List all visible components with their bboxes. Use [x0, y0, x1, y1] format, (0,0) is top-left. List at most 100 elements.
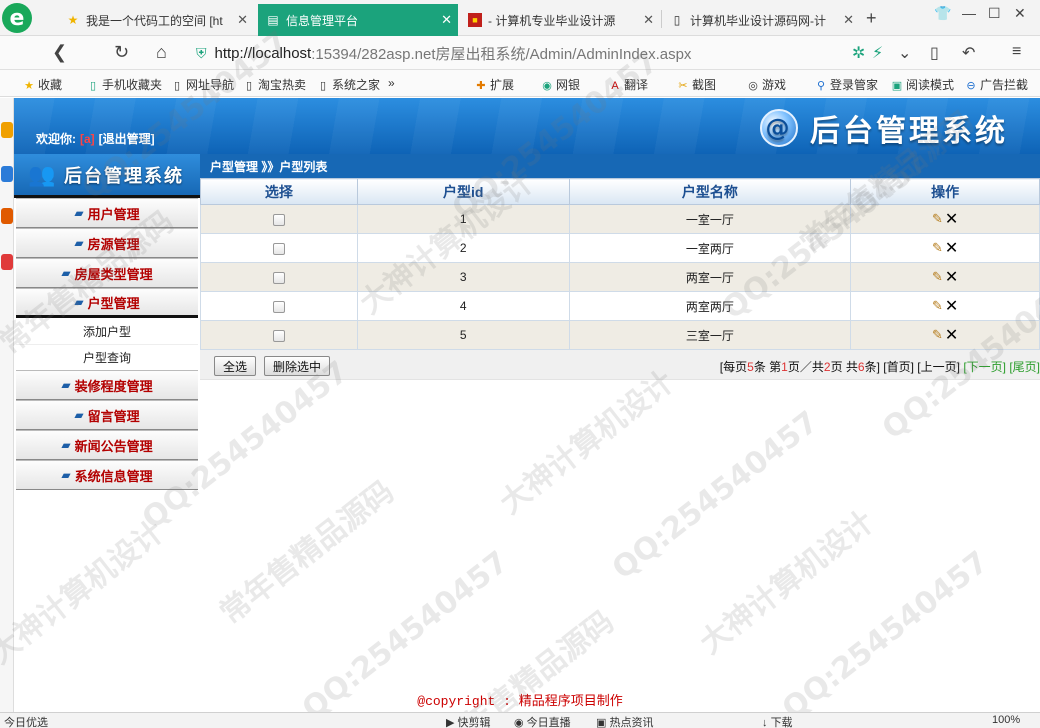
row-checkbox[interactable] [272, 213, 285, 226]
logout-link[interactable]: [退出管理] [99, 132, 155, 146]
reload-icon[interactable]: ↻ [114, 42, 129, 63]
url-field[interactable]: ⛨ http://localhost:15394/282asp.net房屋出租系… [196, 42, 744, 64]
tab-graduation-design[interactable]: ■ - 计算机专业毕业设计源 ✕ [460, 4, 660, 36]
window-close-icon[interactable]: ✕ [1014, 5, 1026, 22]
edit-icon[interactable]: ✎ [932, 211, 943, 227]
last-page-link[interactable]: [尾页] [1009, 360, 1040, 374]
delete-icon[interactable]: ✕ [945, 238, 958, 258]
home-icon[interactable]: ⌂ [156, 42, 167, 63]
sidebar-sub-query-layout[interactable]: 户型查询 [16, 344, 198, 370]
status-item[interactable]: ◉ 今日直播 [514, 714, 571, 728]
bookmark-item[interactable]: A 翻译 [608, 76, 648, 93]
monitor-icon: ▰ [74, 408, 84, 422]
copyright-text: @copyright : 精品程序项目制作 [417, 694, 623, 709]
tab-info-platform[interactable]: ▤ 信息管理平台 ✕ [258, 4, 458, 36]
row-checkbox[interactable] [272, 329, 285, 342]
delete-icon[interactable]: ✕ [945, 267, 958, 287]
close-icon[interactable]: ✕ [441, 12, 452, 28]
url-host: http://localhost [214, 44, 312, 62]
back-icon[interactable]: ❮ [52, 42, 67, 63]
page-icon: ▯ [173, 80, 181, 92]
close-icon[interactable]: ✕ [643, 12, 654, 28]
monitor-icon: ▰ [74, 236, 84, 250]
tab-source-code-site[interactable]: ▯ 计算机毕业设计源码网-计 ✕ [662, 4, 860, 36]
bookmark-item[interactable]: ⊖ 广告拦截 [964, 76, 1028, 93]
row-checkbox[interactable] [272, 242, 285, 255]
sidebar-item-house[interactable]: ▰ 房源管理 [16, 228, 198, 258]
browser-tab-bar: e ★ 我是一个代码工的空间 [ht ✕ ▤ 信息管理平台 ✕ ■ - 计算机专… [0, 0, 1040, 36]
status-item[interactable]: ↓ 下载 [762, 714, 793, 728]
undo-icon[interactable]: ↶ [962, 43, 975, 63]
row-checkbox[interactable] [272, 271, 285, 284]
bookmark-item[interactable]: ▯ 网址导航 [170, 76, 234, 93]
close-icon[interactable]: ✕ [237, 12, 248, 28]
layout-table: 选择 户型id 户型名称 操作 1 一室一厅 ✎ ✕ 2 一室两厅 ✎ ✕ 3 … [200, 178, 1040, 350]
sidebar-sub-add-layout[interactable]: 添加户型 [16, 318, 198, 344]
users-icon: 👥 [28, 161, 56, 187]
bookmark-item[interactable]: ▣ 阅读模式 [890, 76, 954, 93]
menu-icon[interactable]: ≡ [1012, 43, 1021, 61]
bookmark-item[interactable]: ✂ 截图 [676, 76, 716, 93]
bookmark-item[interactable]: ▯ 淘宝热卖 [242, 76, 306, 93]
bookmark-item[interactable]: ▯ 手机收藏夹 [86, 76, 162, 93]
chevron-down-icon[interactable]: ⌄ [898, 43, 911, 63]
edit-icon[interactable]: ✎ [932, 269, 943, 285]
monitor-icon: ▰ [61, 438, 71, 452]
address-bar: ❮ ↻ ⌂ ⛨ http://localhost:15394/282asp.ne… [0, 36, 1040, 70]
delete-icon[interactable]: ✕ [945, 209, 958, 229]
block-icon: ⊖ [966, 80, 976, 92]
minimize-icon[interactable]: — [962, 5, 976, 21]
bookmark-item[interactable]: ▯ 系统之家 [316, 76, 380, 93]
next-page-link[interactable]: [下一页] [963, 360, 1006, 374]
sidebar-item-message[interactable]: ▰ 留言管理 [16, 400, 198, 430]
main-content: 户型管理 》》户型列表 选择 户型id 户型名称 操作 1 一室一厅 ✎ ✕ 2… [200, 154, 1040, 380]
play-icon: ▶ [446, 717, 458, 728]
bank-icon: ◉ [542, 80, 552, 92]
row-id: 2 [356, 233, 570, 263]
sidebar-header: 👥 后台管理系统 [14, 154, 200, 198]
lightning-icon[interactable]: ⚡ [872, 43, 883, 63]
edit-icon[interactable]: ✎ [932, 240, 943, 256]
sidebar-item-house-type[interactable]: ▰ 房屋类型管理 [16, 258, 198, 288]
first-page-link[interactable]: [首页] [883, 360, 914, 374]
delete-icon[interactable]: ✕ [945, 325, 958, 345]
status-item[interactable]: ▶ 快剪辑 [446, 714, 491, 728]
monitor-icon: ▰ [74, 206, 84, 220]
zoom-level[interactable]: 100% [992, 714, 1020, 726]
browser-logo-icon[interactable]: e [0, 0, 34, 36]
status-left[interactable]: 今日优选 [4, 714, 48, 728]
star-icon: ★ [24, 80, 34, 92]
status-item[interactable]: ▣ 热点资讯 [596, 714, 653, 728]
page-icon: ▯ [319, 80, 327, 92]
edit-icon[interactable]: ✎ [932, 327, 943, 343]
shirt-icon[interactable]: 👕 [934, 5, 951, 22]
sidebar-item-news[interactable]: ▰ 新闻公告管理 [16, 430, 198, 460]
sidebar-item-system-info[interactable]: ▰ 系统信息管理 [16, 460, 198, 490]
phone-icon[interactable]: ▯ [930, 43, 939, 63]
delete-selected-button[interactable]: 删除选中 [264, 356, 331, 376]
refresh-icon[interactable]: ✲ [852, 43, 865, 63]
delete-icon[interactable]: ✕ [945, 296, 958, 316]
tab-label: 我是一个代码工的空间 [ht [86, 13, 223, 28]
table-toolbar: 全选 删除选中 [每页5条 第1页／共2页 共6条] [首页] [上一页] [下… [200, 350, 1040, 380]
new-tab-icon[interactable]: + [866, 8, 877, 29]
tab-code-space[interactable]: ★ 我是一个代码工的空间 [ht ✕ [58, 4, 254, 36]
bookmark-item[interactable]: ◉ 网银 [540, 76, 580, 93]
sidebar-item-user[interactable]: ▰ 用户管理 [16, 198, 198, 228]
sidebar-item-decoration[interactable]: ▰ 装修程度管理 [16, 370, 198, 400]
bookmark-item[interactable]: ✚ 扩展 [474, 76, 514, 93]
select-all-button[interactable]: 全选 [214, 356, 257, 376]
maximize-icon[interactable]: ☐ [988, 5, 1001, 22]
bookmark-item[interactable]: ★ 收藏 [22, 76, 62, 93]
chevron-right-icon[interactable]: » [388, 76, 395, 90]
sidebar-item-layout[interactable]: ▰ 户型管理 [16, 288, 198, 318]
column-header: 户型名称 [568, 178, 852, 205]
prev-page-link[interactable]: [上一页] [917, 360, 960, 374]
row-name: 一室一厅 [568, 204, 852, 234]
row-checkbox[interactable] [272, 300, 285, 313]
bookmark-item[interactable]: ⚲ 登录管家 [814, 76, 878, 93]
bookmark-item[interactable]: ◎ 游戏 [746, 76, 786, 93]
close-icon[interactable]: ✕ [843, 12, 854, 28]
edit-icon[interactable]: ✎ [932, 298, 943, 314]
pager: [每页5条 第1页／共2页 共6条] [首页] [上一页] [下一页] [尾页] [719, 360, 1040, 374]
